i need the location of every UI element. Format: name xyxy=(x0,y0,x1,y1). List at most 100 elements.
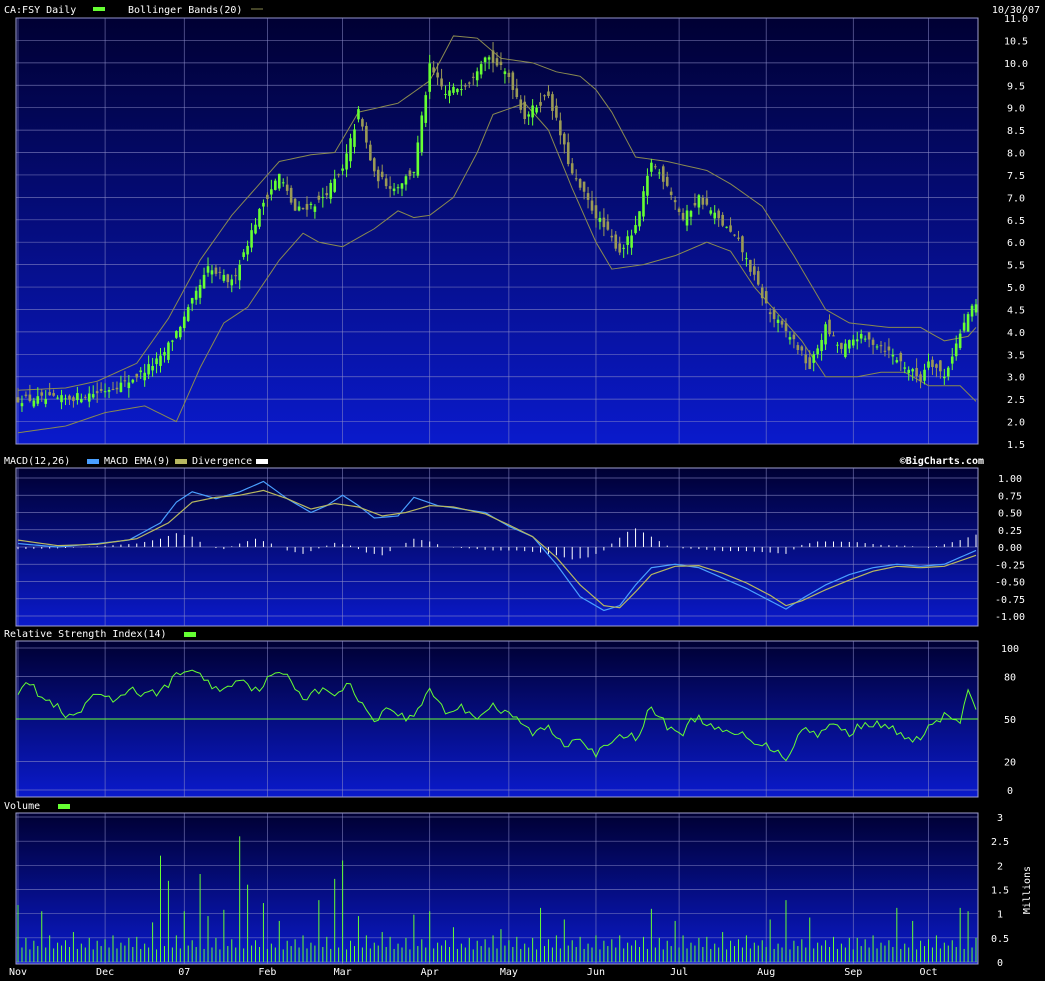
price-candle-body xyxy=(768,312,772,315)
price-candle-body xyxy=(285,184,289,191)
price-candle-body xyxy=(372,158,376,172)
price-candle-body xyxy=(693,203,697,206)
price-candle-body xyxy=(626,236,629,245)
price-candle-body xyxy=(527,114,530,117)
price-candle-body xyxy=(72,397,75,402)
price-candle-body xyxy=(404,176,408,185)
chart-screenshot: CA:FSY Daily Bollinger Bands(20) 10/30/0… xyxy=(0,0,1045,981)
price-candle-body xyxy=(539,102,542,106)
x-tick-label: Jun xyxy=(587,967,605,978)
price-candle-body xyxy=(107,389,111,392)
price-candle-body xyxy=(535,107,538,113)
macd-y-tick-label: 0.50 xyxy=(998,509,1022,520)
price-candle-body xyxy=(717,210,720,219)
price-y-tick-label: 8.0 xyxy=(1007,149,1025,160)
price-candle-body xyxy=(432,67,435,73)
price-candle-body xyxy=(523,101,527,120)
rsi-label: Relative Strength Index(14) xyxy=(4,629,167,640)
price-candle-body xyxy=(115,387,119,390)
price-candle-body xyxy=(566,142,570,165)
price-candle-body xyxy=(143,372,146,381)
price-candle-body xyxy=(654,166,657,168)
price-candle-body xyxy=(452,86,455,93)
price-candle-body xyxy=(749,259,752,272)
price-candle-body xyxy=(531,105,534,118)
macd-y-tick-label: -0.75 xyxy=(995,595,1025,606)
price-candle-body xyxy=(333,178,336,192)
price-candle-body xyxy=(274,180,277,190)
price-candle-body xyxy=(376,169,380,182)
volume-y-tick-label: 0.5 xyxy=(991,934,1009,945)
price-y-tick-label: 5.0 xyxy=(1007,283,1025,294)
overlay-label: Bollinger Bands(20) xyxy=(128,5,242,16)
price-y-tick-label: 3.5 xyxy=(1007,350,1025,361)
volume-unit-label: Millions xyxy=(1022,866,1033,914)
macd-label: MACD(12,26) xyxy=(4,456,70,467)
price-candle-body xyxy=(289,187,293,203)
price-candle-body xyxy=(321,196,325,198)
price-candle-body xyxy=(848,340,851,349)
price-candle-body xyxy=(582,181,586,192)
price-y-tick-label: 7.0 xyxy=(1007,193,1025,204)
price-candle-body xyxy=(392,188,396,192)
macd-y-tick-label: -1.00 xyxy=(995,612,1025,623)
price-candle-body xyxy=(234,275,238,277)
price-candle-body xyxy=(222,274,226,281)
price-candle-body xyxy=(210,270,214,275)
price-candle-body xyxy=(681,212,685,220)
price-candle-body xyxy=(689,211,693,217)
volume-y-tick-label: 2.5 xyxy=(991,837,1009,848)
price-y-tick-label: 4.0 xyxy=(1007,328,1025,339)
price-candle-body xyxy=(139,370,143,373)
price-candle-body xyxy=(52,393,55,396)
price-y-tick-label: 7.5 xyxy=(1007,171,1025,182)
price-candle-body xyxy=(559,120,562,136)
price-candle-body xyxy=(709,210,713,214)
price-candle-body xyxy=(543,95,546,97)
volume-y-tick-label: 1.5 xyxy=(991,886,1009,897)
macd-ema-legend-swatch xyxy=(175,459,187,464)
rsi-y-tick-label: 80 xyxy=(1004,672,1016,683)
price-y-tick-label: 4.5 xyxy=(1007,305,1025,316)
x-tick-label: Oct xyxy=(919,967,937,978)
price-candle-body xyxy=(28,394,32,402)
price-candle-body xyxy=(444,93,447,95)
price-candle-body xyxy=(713,212,717,219)
price-candle-body xyxy=(262,202,265,207)
price-candle-body xyxy=(151,365,154,371)
price-candle-body xyxy=(202,274,206,289)
rsi-panel: 100 80 50 20 0 xyxy=(15,640,1019,798)
price-candle-body xyxy=(471,76,475,78)
chart-canvas: CA:FSY Daily Bollinger Bands(20) 10/30/0… xyxy=(4,5,1040,978)
price-candle-body xyxy=(950,356,954,364)
price-candle-body xyxy=(175,331,178,338)
price-candle-body xyxy=(673,200,677,203)
price-candle-body xyxy=(456,88,459,93)
x-tick-label: May xyxy=(500,967,518,978)
price-candle-body xyxy=(562,133,566,145)
price-candle-body xyxy=(226,274,230,283)
price-candle-body xyxy=(800,346,804,351)
macd-legend-swatch xyxy=(87,459,99,464)
price-candle-body xyxy=(725,226,728,228)
price-candle-body xyxy=(923,369,926,381)
price-candle-body xyxy=(103,391,107,393)
price-candle-body xyxy=(954,343,958,357)
price-candle-body xyxy=(270,189,273,195)
divergence-legend-swatch xyxy=(256,459,268,464)
price-candle-body xyxy=(246,245,249,255)
price-candle-body xyxy=(353,129,356,147)
price-candle-body xyxy=(507,72,511,78)
price-candle-body xyxy=(836,344,839,346)
price-candle-body xyxy=(254,224,257,234)
price-candle-body xyxy=(111,389,115,391)
price-candle-body xyxy=(697,195,701,208)
price-candle-body xyxy=(669,191,673,196)
price-candle-body xyxy=(258,208,261,227)
price-candle-body xyxy=(974,304,978,313)
price-candle-body xyxy=(602,217,606,228)
price-y-tick-label: 2.0 xyxy=(1007,418,1025,429)
macd-y-tick-label: 0.00 xyxy=(998,543,1022,554)
price-y-tick-label: 1.5 xyxy=(1007,440,1025,451)
price-candle-body xyxy=(167,342,170,360)
